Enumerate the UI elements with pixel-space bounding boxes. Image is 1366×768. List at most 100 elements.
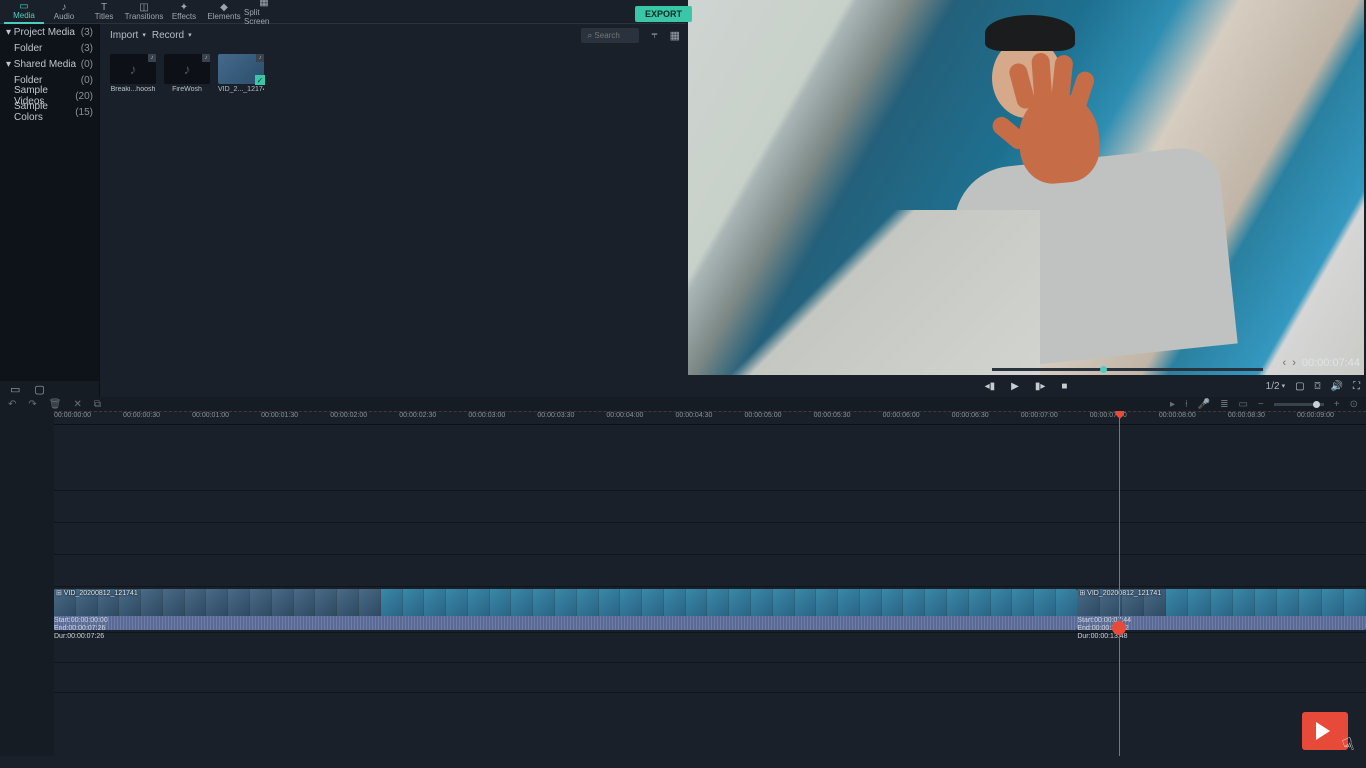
- check-icon: ✓: [255, 75, 265, 85]
- ruler-tick: 00:00:03:00: [468, 412, 505, 419]
- ruler-tick: 00:00:04:30: [675, 412, 712, 419]
- elements-icon: ◆: [218, 2, 230, 12]
- zoom-in-icon[interactable]: +: [1334, 399, 1340, 410]
- grid-view-icon[interactable]: ▦: [670, 29, 680, 42]
- sidebar-bottom: ▭ ▢: [0, 381, 99, 397]
- ruler-tick: 00:00:06:30: [952, 412, 989, 419]
- folder-icon[interactable]: ▢: [34, 383, 44, 396]
- preview-viewport[interactable]: [688, 0, 1364, 375]
- record-button[interactable]: Record ▾: [152, 30, 192, 41]
- next-frame-icon[interactable]: ›: [1292, 357, 1296, 369]
- ruler-tick: 00:00:05:00: [745, 412, 782, 419]
- ruler-tick: 00:00:01:00: [192, 412, 229, 419]
- main-video-track[interactable]: ▭👁🔒 ⊞ VID_20200812_121741Start:00:00:00:…: [54, 587, 1366, 633]
- tab-transitions[interactable]: ◫Transitions: [124, 0, 164, 24]
- prev-frame-icon[interactable]: ‹: [1283, 357, 1287, 369]
- timeline-toolbar: ↶ ↷ 🗑 ✕ ⧉ ▸ ⍿ 🎤 ≣ ▭ − + ⊙: [0, 397, 1366, 411]
- media-thumb-1[interactable]: ♪♪FireWosh: [164, 54, 210, 93]
- sidebar-item-project-media-0[interactable]: ▾ Project Media(3): [0, 24, 99, 40]
- quality-icon[interactable]: ▢: [1295, 381, 1304, 392]
- crop-icon[interactable]: ⧉: [94, 399, 101, 410]
- sidebar-item-folder-1[interactable]: Folder(3): [0, 40, 99, 56]
- tab-media[interactable]: ▭Media: [4, 0, 44, 24]
- preview-time: 00:00:07:44: [1302, 357, 1360, 369]
- tab-label: Media: [13, 11, 35, 20]
- media-thumb-0[interactable]: ♪ ♪ Breaki...hoosh: [110, 54, 156, 93]
- ruler-tick: 00:00:08:30: [1228, 412, 1265, 419]
- media-bar: Import ▾ Record ▾ ⌕ ⫧ ▦: [100, 24, 686, 46]
- ruler-tick: 00:00:04:00: [606, 412, 643, 419]
- zoom-fit-icon[interactable]: ⊙: [1350, 399, 1358, 410]
- volume-icon[interactable]: 🔊: [1331, 381, 1343, 392]
- sidebar-item-sample-colors-5[interactable]: Sample Colors(15): [0, 104, 99, 120]
- video-track-2[interactable]: ▭👁🔒: [54, 523, 1366, 555]
- ruler-tick: 00:00:09:00: [1297, 412, 1334, 419]
- ruler-tick: 00:00:07:00: [1021, 412, 1058, 419]
- filter-icon[interactable]: ⫧: [651, 29, 657, 42]
- sidebar-item-count: (3): [81, 43, 93, 54]
- video-track-3[interactable]: ▭👁🔒: [54, 491, 1366, 523]
- tab-effects[interactable]: ✦Effects: [164, 0, 204, 24]
- delete-icon[interactable]: 🗑: [49, 399, 62, 410]
- sidebar-item-shared-media-2[interactable]: ▾ Shared Media(0): [0, 56, 99, 72]
- search-icon: ⌕: [587, 30, 592, 41]
- titles-icon: T: [98, 2, 110, 12]
- stop-icon[interactable]: ■: [1061, 381, 1067, 392]
- thumb-name: VID_2..._121741: [218, 86, 264, 93]
- preview-scale[interactable]: 1/2 ▾: [1266, 381, 1285, 392]
- ruler-tick: 00:00:00:30: [123, 412, 160, 419]
- search-input[interactable]: ⌕: [581, 28, 639, 43]
- audio-track-1[interactable]: ♪🔈🔒: [54, 633, 1366, 663]
- media-thumb-2[interactable]: ♪✓VID_2..._121741: [218, 54, 264, 93]
- thumb-name: FireWosh: [164, 86, 210, 93]
- cut-icon[interactable]: ✕: [73, 399, 81, 410]
- zoom-out-icon[interactable]: −: [1258, 399, 1264, 410]
- tab-audio[interactable]: ♪Audio: [44, 0, 84, 24]
- playhead[interactable]: [1119, 411, 1120, 756]
- tab-elements[interactable]: ◆Elements: [204, 0, 244, 24]
- timeline-clip[interactable]: ⊞ VID_20200812_121741: [54, 589, 1077, 630]
- undo-icon[interactable]: ↶: [8, 399, 16, 410]
- ruler-tick: 00:00:02:30: [399, 412, 436, 419]
- ruler-tick: 00:00:03:30: [537, 412, 574, 419]
- audio-icon: ♪: [184, 61, 191, 77]
- snapshot-icon[interactable]: ⌼: [1315, 381, 1321, 392]
- step-back-icon[interactable]: ◂▮: [985, 381, 996, 392]
- voice-icon[interactable]: 🎤: [1198, 399, 1210, 410]
- fullscreen-icon[interactable]: ⛶: [1353, 381, 1360, 392]
- ruler-tick: 00:00:06:00: [883, 412, 920, 419]
- tab-label: Effects: [172, 12, 196, 21]
- thumb-name: Breaki...hoosh: [110, 86, 156, 93]
- watermark-play-badge[interactable]: ☟: [1302, 712, 1348, 750]
- play-icon[interactable]: ▶: [1011, 381, 1019, 392]
- clip-title: ⊞ VID_20200812_121741: [56, 589, 138, 598]
- render-icon[interactable]: ▸: [1170, 399, 1175, 410]
- audio-icon: ♪: [130, 61, 137, 77]
- audio-badge-icon: ♪: [148, 54, 156, 62]
- sidebar-item-count: (20): [75, 91, 93, 102]
- sidebar-item-label: Folder: [14, 75, 42, 86]
- mixer-icon[interactable]: ≣: [1220, 399, 1228, 410]
- folder-icon: ▭: [18, 1, 30, 11]
- export-button[interactable]: EXPORT: [635, 6, 692, 22]
- new-folder-icon[interactable]: ▭: [10, 383, 20, 396]
- preview-scrubber[interactable]: [992, 368, 1262, 371]
- ratio-icon[interactable]: ▭: [1238, 399, 1247, 410]
- audio-icon: ♪: [58, 2, 70, 12]
- video-track-1[interactable]: ▭👁🔒: [54, 555, 1366, 587]
- tab-titles[interactable]: TTitles: [84, 0, 124, 24]
- panel-tabs: ▭Media♪AudioTTitles◫Transitions✦Effects◆…: [0, 0, 686, 24]
- step-forward-icon[interactable]: ▮▸: [1035, 381, 1046, 392]
- timeline-ruler[interactable]: 00:00:00:0000:00:00:3000:00:01:0000:00:0…: [54, 411, 1366, 425]
- tab-label: Split Screen: [244, 8, 284, 26]
- zoom-slider[interactable]: [1274, 403, 1324, 406]
- tab-split-screen[interactable]: ▦Split Screen: [244, 0, 284, 24]
- import-button[interactable]: Import ▾: [110, 30, 146, 41]
- redo-icon[interactable]: ↷: [28, 399, 36, 410]
- audio-track-2[interactable]: ♪🔈🔒: [54, 663, 1366, 693]
- ruler-tick: 00:00:02:00: [330, 412, 367, 419]
- preview-controls: ‹ › 00:00:07:44 ◂▮ ▶ ▮▸ ■ 1/2 ▾ ▢ ⌼ 🔊 ⛶: [686, 375, 1366, 397]
- marker-icon[interactable]: ⍿: [1185, 399, 1188, 410]
- sidebar-item-count: (0): [81, 75, 93, 86]
- media-sidebar: ▾ Project Media(3)Folder(3)▾ Shared Medi…: [0, 24, 99, 381]
